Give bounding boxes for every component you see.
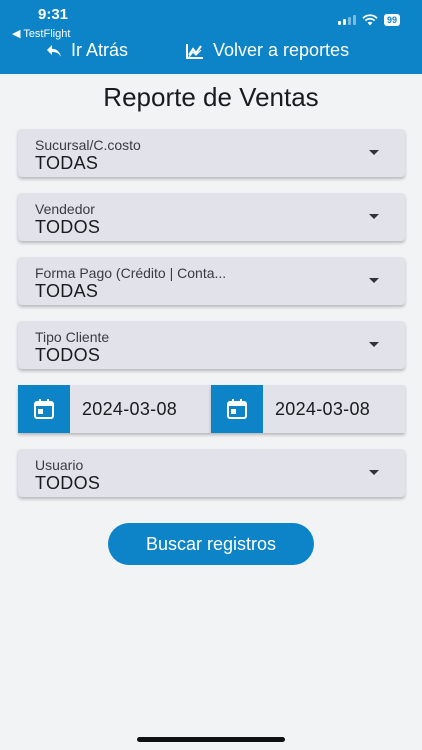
calendar-icon — [211, 385, 263, 433]
dropdown-arrow-icon — [369, 342, 379, 347]
dropdown-arrow-icon — [369, 278, 379, 283]
client-type-select-label: Tipo Cliente — [35, 329, 110, 345]
dropdown-arrow-icon — [369, 150, 379, 155]
payment-method-select[interactable]: Forma Pago (Crédito | Conta... TODAS — [18, 257, 405, 305]
payment-method-select-label: Forma Pago (Crédito | Conta... — [35, 265, 227, 281]
date-to-value: 2024-03-08 — [275, 399, 371, 419]
back-button[interactable]: Ir Atrás — [46, 40, 128, 61]
search-records-button[interactable]: Buscar registros — [108, 523, 314, 565]
top-app-bar: 9:31 ◀ TestFlight 99 Ir Atrás Volver a r… — [0, 0, 422, 74]
client-type-select[interactable]: Tipo Cliente TODOS — [18, 321, 405, 369]
seller-select[interactable]: Vendedor TODOS — [18, 193, 405, 241]
status-time: 9:31 — [38, 6, 69, 23]
payment-method-select-value: TODAS — [35, 281, 99, 301]
page-title: Reporte de Ventas — [103, 82, 319, 112]
date-from-value: 2024-03-08 — [82, 399, 178, 419]
client-type-select-value: TODOS — [35, 345, 101, 365]
wifi-icon — [362, 14, 378, 26]
branch-select-value: TODAS — [35, 153, 99, 173]
seller-select-label: Vendedor — [35, 201, 95, 217]
status-icons: 99 — [337, 14, 400, 26]
chart-icon — [186, 43, 203, 59]
branch-select-label: Sucursal/C.costo — [35, 137, 141, 153]
branch-select[interactable]: Sucursal/C.costo TODAS — [18, 129, 405, 177]
back-to-reports-button[interactable]: Volver a reportes — [186, 40, 349, 61]
back-to-reports-label: Volver a reportes — [213, 40, 350, 60]
date-from-picker[interactable]: 2024-03-08 — [18, 385, 211, 433]
user-select-label: Usuario — [35, 457, 84, 473]
signal-icon — [337, 15, 356, 25]
calendar-icon — [18, 385, 70, 433]
dropdown-arrow-icon — [369, 214, 379, 219]
date-to-picker[interactable]: 2024-03-08 — [211, 385, 405, 433]
reply-arrow-icon — [47, 44, 61, 57]
home-indicator[interactable] — [137, 737, 285, 742]
user-select-value: TODOS — [35, 473, 101, 493]
user-select[interactable]: Usuario TODOS — [18, 449, 405, 497]
dropdown-arrow-icon — [369, 470, 379, 475]
seller-select-value: TODOS — [35, 217, 101, 237]
back-to-testflight-link[interactable]: ◀ TestFlight — [12, 27, 70, 40]
back-button-label: Ir Atrás — [71, 40, 129, 60]
battery-indicator: 99 — [383, 14, 400, 26]
